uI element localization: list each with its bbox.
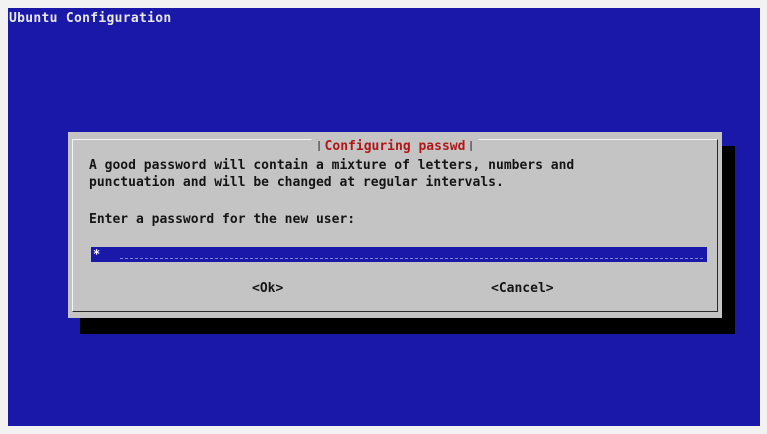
backtitle: Ubuntu Configuration bbox=[9, 11, 172, 26]
dialog-frame: Configuring passwd A good password will … bbox=[72, 139, 718, 312]
password-input-value: * bbox=[93, 247, 101, 261]
dialog-title-bar: Configuring passwd bbox=[311, 139, 479, 154]
password-prompt-label: Enter a password for the new user: bbox=[89, 212, 356, 227]
title-right-tick bbox=[470, 141, 472, 151]
title-left-tick bbox=[318, 141, 320, 151]
dialog-title: Configuring passwd bbox=[324, 139, 466, 154]
ok-button[interactable]: <Ok> bbox=[252, 280, 283, 297]
password-input[interactable]: * bbox=[91, 247, 707, 262]
password-advice-message: A good password will contain a mixture o… bbox=[89, 158, 575, 190]
passwd-dialog: Configuring passwd A good password will … bbox=[68, 132, 722, 318]
input-underline bbox=[120, 258, 703, 259]
cancel-button[interactable]: <Cancel> bbox=[491, 280, 554, 297]
installer-screen: Ubuntu Configuration Configuring passwd … bbox=[8, 8, 760, 426]
